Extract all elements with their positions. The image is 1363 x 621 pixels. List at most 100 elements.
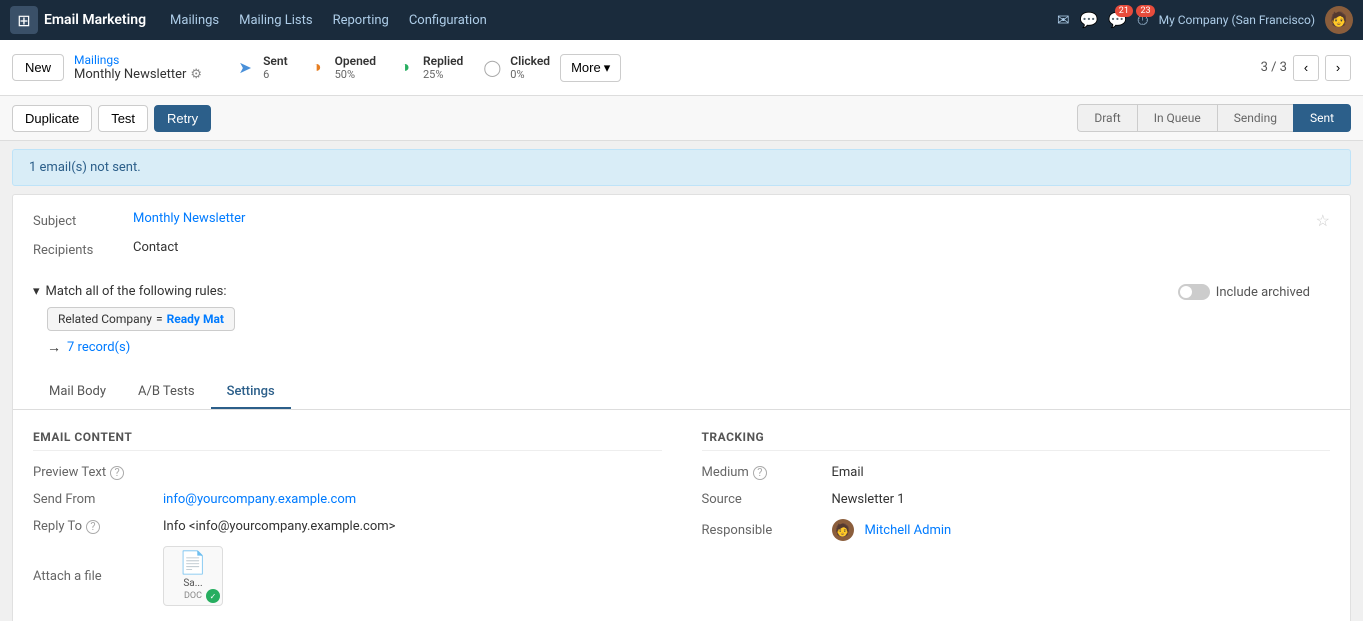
file-ext: DOC xyxy=(184,591,202,601)
responsible-row: Responsible 🧑 Mitchell Admin xyxy=(702,519,1331,541)
opened-value: 50% xyxy=(335,68,376,81)
settings-tab-content: EMAIL CONTENT Preview Text ? Send From i… xyxy=(13,410,1350,621)
medium-help-icon[interactable]: ? xyxy=(753,466,767,480)
attached-file[interactable]: 📄 Sa... DOC ✓ xyxy=(163,546,223,606)
clicked-info: Clicked 0% xyxy=(510,54,550,82)
medium-label: Medium ? xyxy=(702,465,832,480)
responsible-value[interactable]: Mitchell Admin xyxy=(865,523,952,538)
settings-gear-icon[interactable]: ⚙ xyxy=(190,67,202,82)
user-avatar[interactable]: 🧑 xyxy=(1325,6,1353,34)
pipeline-draft[interactable]: Draft xyxy=(1077,104,1136,132)
app-title: Email Marketing xyxy=(44,12,146,28)
opened-label: Opened xyxy=(335,54,376,68)
filter-operator: = xyxy=(156,312,163,326)
filter-value: Ready Mat xyxy=(167,312,224,326)
file-name: Sa... xyxy=(183,578,202,589)
pipeline-sending[interactable]: Sending xyxy=(1217,104,1293,132)
tracking-section: TRACKING Medium ? Email Source Newslette… xyxy=(702,430,1331,618)
clicked-value: 0% xyxy=(510,68,550,81)
stat-group: ➤ Sent 6 ◑ Opened 50% ◑ Replied 25% xyxy=(232,54,550,82)
stat-opened[interactable]: ◑ Opened 50% xyxy=(304,54,376,82)
tracking-title: TRACKING xyxy=(702,430,1331,451)
tab-settings[interactable]: Settings xyxy=(211,376,291,409)
prev-page-button[interactable]: ‹ xyxy=(1293,55,1319,81)
attach-file-label: Attach a file xyxy=(33,569,163,584)
chevron-down-icon: ▾ xyxy=(604,60,611,76)
whatsapp-icon[interactable]: 💬 xyxy=(1080,11,1099,29)
clicked-icon: ◯ xyxy=(479,54,505,80)
duplicate-button[interactable]: Duplicate xyxy=(12,105,92,132)
tab-bar: Mail Body A/B Tests Settings xyxy=(13,376,1350,410)
replied-label: Replied xyxy=(423,54,463,68)
opened-icon: ◑ xyxy=(304,54,330,80)
filter-field: Related Company xyxy=(58,312,152,326)
preview-text-row: Preview Text ? xyxy=(33,465,662,480)
notifications-icon[interactable]: 💬21 xyxy=(1108,11,1127,29)
stat-clicked[interactable]: ◯ Clicked 0% xyxy=(479,54,550,82)
arrow-right-icon: → xyxy=(47,339,61,356)
filter-toggle[interactable]: ▾ Match all of the following rules: xyxy=(33,284,1178,299)
toolbar: Duplicate Test Retry Draft In Queue Send… xyxy=(0,96,1363,141)
replied-icon: ◑ xyxy=(392,54,418,80)
app-grid-icon[interactable]: ⊞ xyxy=(10,6,38,34)
recipients-value: Contact xyxy=(133,240,178,255)
clock-icon[interactable]: ⏱23 xyxy=(1137,11,1149,29)
reply-to-row: Reply To ? Info <info@yourcompany.exampl… xyxy=(33,519,662,534)
stat-sent[interactable]: ➤ Sent 6 xyxy=(232,54,288,82)
notification-badge: 21 xyxy=(1115,5,1133,17)
chevron-down-small-icon: ▾ xyxy=(33,284,40,299)
replied-value: 25% xyxy=(423,68,463,81)
sent-label: Sent xyxy=(263,54,288,68)
filter-section: ▾ Match all of the following rules: Rela… xyxy=(13,284,1350,366)
email-icon[interactable]: ✉ xyxy=(1057,11,1070,29)
menu-mailings[interactable]: Mailings xyxy=(162,9,227,32)
filter-chip[interactable]: Related Company = Ready Mat xyxy=(47,307,235,331)
source-row: Source Newsletter 1 xyxy=(702,492,1331,507)
preview-text-input[interactable] xyxy=(163,465,662,480)
pagination: 3 / 3 ‹ › xyxy=(1261,55,1351,81)
alert-banner: 1 email(s) not sent. xyxy=(12,149,1351,186)
menu-configuration[interactable]: Configuration xyxy=(401,9,495,32)
main-form-card: Subject Monthly Newsletter ☆ Recipients … xyxy=(12,194,1351,621)
recipients-label: Recipients xyxy=(33,240,133,258)
responsible-avatar: 🧑 xyxy=(832,519,854,541)
menu-mailing-lists[interactable]: Mailing Lists xyxy=(231,9,320,32)
opened-info: Opened 50% xyxy=(335,54,376,82)
preview-text-label: Preview Text ? xyxy=(33,465,163,480)
topnav: ⊞ Email Marketing Mailings Mailing Lists… xyxy=(0,0,1363,40)
company-name[interactable]: My Company (San Francisco) xyxy=(1159,13,1315,27)
breadcrumb-parent[interactable]: Mailings xyxy=(74,53,202,67)
responsible-label: Responsible xyxy=(702,523,832,538)
alert-message: 1 email(s) not sent. xyxy=(29,160,141,175)
next-page-button[interactable]: › xyxy=(1325,55,1351,81)
breadcrumb: Mailings Monthly Newsletter ⚙ xyxy=(74,53,202,82)
menu-reporting[interactable]: Reporting xyxy=(325,9,397,32)
email-content-title: EMAIL CONTENT xyxy=(33,430,662,451)
pipeline-inqueue[interactable]: In Queue xyxy=(1137,104,1217,132)
tab-ab-tests[interactable]: A/B Tests xyxy=(122,376,211,409)
records-count[interactable]: 7 record(s) xyxy=(67,340,130,355)
secondary-bar: New Mailings Monthly Newsletter ⚙ ➤ Sent… xyxy=(0,40,1363,96)
pipeline-sent[interactable]: Sent xyxy=(1293,104,1351,132)
more-button[interactable]: More ▾ xyxy=(560,54,621,82)
test-button[interactable]: Test xyxy=(98,105,148,132)
subject-row: Subject Monthly Newsletter ☆ xyxy=(33,211,1330,230)
attach-file-row: Attach a file 📄 Sa... DOC ✓ xyxy=(33,546,662,606)
stat-replied[interactable]: ◑ Replied 25% xyxy=(392,54,463,82)
form-section: Subject Monthly Newsletter ☆ Recipients … xyxy=(13,195,1350,284)
reply-to-value: Info <info@yourcompany.example.com> xyxy=(163,519,395,534)
replied-info: Replied 25% xyxy=(423,54,463,82)
tab-mail-body[interactable]: Mail Body xyxy=(33,376,122,409)
send-from-row: Send From info@yourcompany.example.com xyxy=(33,492,662,507)
new-button[interactable]: New xyxy=(12,54,64,81)
send-from-label: Send From xyxy=(33,492,163,507)
send-from-value[interactable]: info@yourcompany.example.com xyxy=(163,492,356,507)
sent-value: 6 xyxy=(263,68,288,81)
include-archived-toggle[interactable] xyxy=(1178,284,1210,300)
retry-button[interactable]: Retry xyxy=(154,105,211,132)
favorite-icon[interactable]: ☆ xyxy=(1316,211,1330,230)
subject-value[interactable]: Monthly Newsletter xyxy=(133,211,245,226)
source-value: Newsletter 1 xyxy=(832,492,905,507)
preview-text-help-icon[interactable]: ? xyxy=(110,466,124,480)
reply-to-help-icon[interactable]: ? xyxy=(86,520,100,534)
